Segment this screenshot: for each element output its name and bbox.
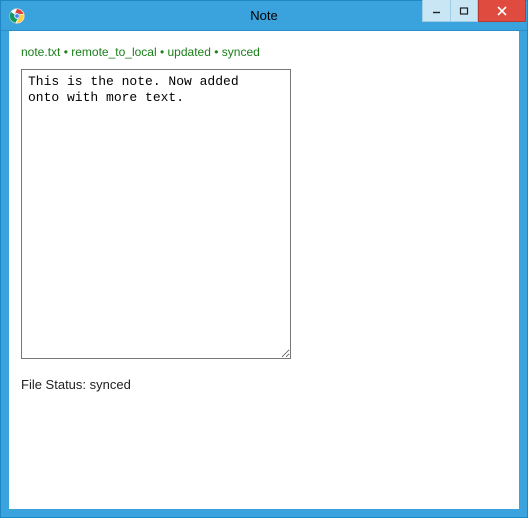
app-window: Note note.txt • remote_to_local • update… [0,0,528,518]
maximize-button[interactable] [450,0,478,22]
status-action: updated [168,45,211,59]
close-button[interactable] [478,0,526,22]
close-icon [496,5,508,17]
client-area: note.txt • remote_to_local • updated • s… [1,31,527,517]
window-controls [422,1,527,30]
sync-status-line: note.txt • remote_to_local • updated • s… [21,45,507,59]
chrome-icon [9,8,25,24]
titlebar[interactable]: Note [1,1,527,31]
note-editor[interactable] [21,69,291,359]
file-status-label: File Status: [21,377,86,392]
maximize-icon [459,6,469,16]
status-sync: synced [222,45,260,59]
status-filename: note.txt [21,45,60,59]
minimize-icon [432,6,442,16]
minimize-button[interactable] [422,0,450,22]
file-status: File Status: synced [21,377,507,392]
file-status-value: synced [90,377,131,392]
status-direction: remote_to_local [71,45,156,59]
